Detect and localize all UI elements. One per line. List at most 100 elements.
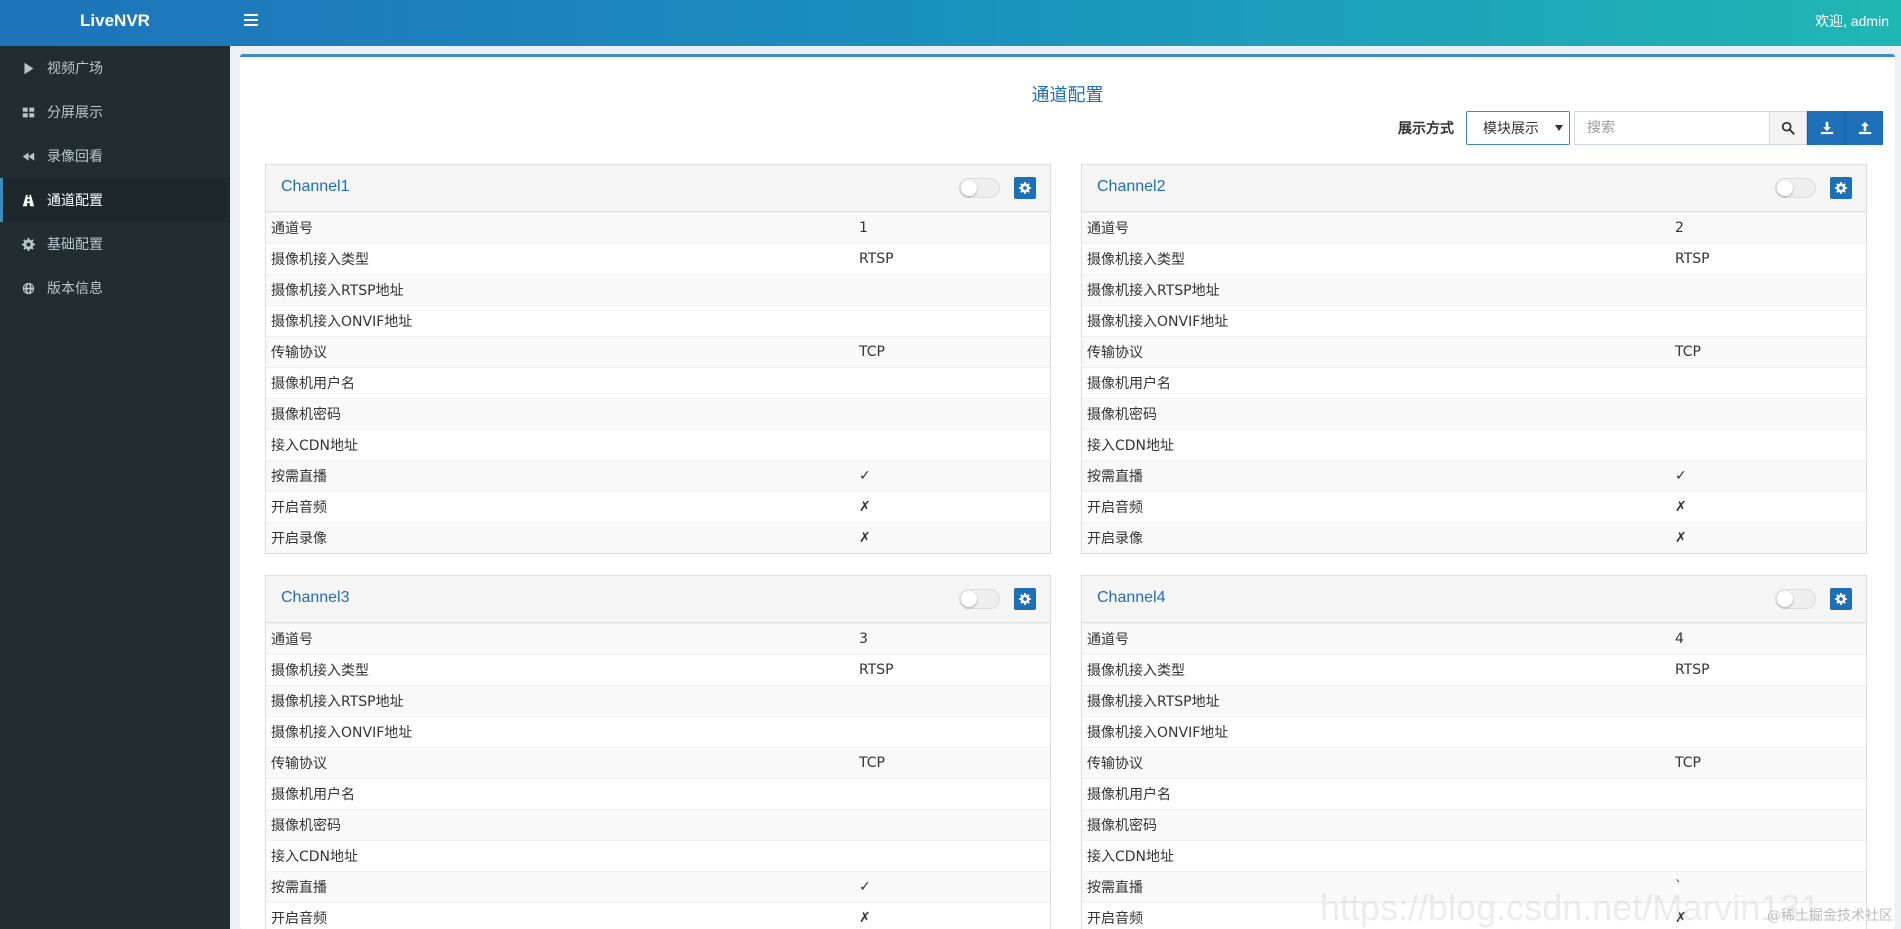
channel-enable-toggle[interactable] [1775,178,1816,198]
search-icon [1781,121,1795,135]
sidebar-item-channel-config[interactable]: 通道配置 [0,178,230,222]
welcome-user[interactable]: 欢迎, admin [1815,0,1889,42]
upload-icon [1858,121,1871,135]
prop-key: 开启录像 [1087,531,1143,547]
prop-value: ✗ [859,499,871,515]
table-row: 通道号 4 [1082,623,1866,654]
prop-key: 摄像机接入类型 [1087,252,1185,268]
table-row: 接入CDN地址 [266,429,1050,460]
prop-key: 摄像机接入ONVIF地址 [271,314,413,330]
channel-settings-button[interactable] [1830,177,1852,199]
grid-icon [21,105,35,119]
prop-key: 摄像机接入类型 [1087,663,1185,679]
table-row: 通道号 2 [1082,212,1866,243]
table-row: 摄像机接入类型 RTSP [266,654,1050,685]
caret-down-icon [1555,125,1563,131]
main-content: 通道配置 展示方式 模块展示 Channel1 通道号 1 摄像机接入类型 RTSP [240,54,1895,929]
brand-logo[interactable]: LiveNVR [0,0,230,46]
toolbar: 展示方式 模块展示 [1398,111,1883,145]
table-row: 通道号 1 [266,212,1050,243]
prop-key: 摄像机用户名 [271,787,355,803]
prop-value: ✗ [859,530,871,546]
prop-value: TCP [859,755,885,771]
table-row: 摄像机接入ONVIF地址 [266,716,1050,747]
prop-key: 摄像机用户名 [271,376,355,392]
menu-toggle-icon[interactable] [244,14,258,26]
table-row: 传输协议 TCP [266,747,1050,778]
table-row: 摄像机接入RTSP地址 [1082,274,1866,305]
table-row: 摄像机用户名 [266,367,1050,398]
sidebar-item-split-screen[interactable]: 分屏展示 [0,90,230,134]
table-row: 接入CDN地址 [1082,429,1866,460]
prop-key: 摄像机密码 [1087,818,1157,834]
prop-key: 摄像机接入RTSP地址 [271,694,404,710]
prop-value: TCP [1675,755,1701,771]
prop-key: 接入CDN地址 [1087,849,1175,865]
prop-value: TCP [1675,344,1701,360]
table-row: 摄像机密码 [266,809,1050,840]
sidebar-item-basic-config[interactable]: 基础配置 [0,222,230,266]
channel-enable-toggle[interactable] [959,178,1000,198]
prop-key: 摄像机接入类型 [271,663,369,679]
download-button[interactable] [1807,111,1845,145]
prop-key: 开启音频 [271,911,327,927]
prop-key: 开启录像 [271,531,327,547]
gear-icon [1835,593,1847,605]
table-row: 摄像机用户名 [1082,367,1866,398]
prop-value: ✓ [859,879,871,895]
sidebar-item-playback[interactable]: 录像回看 [0,134,230,178]
channel-enable-toggle[interactable] [1775,589,1816,609]
channel-title[interactable]: Channel4 [1097,576,1166,620]
upload-button[interactable] [1845,111,1883,145]
channel-settings-button[interactable] [1014,588,1036,610]
sidebar-item-label: 分屏展示 [47,105,103,121]
url-watermark: https://blog.csdn.net/Marvin131 [1320,887,1821,928]
prop-key: 开启音频 [1087,500,1143,516]
display-mode-select[interactable]: 模块展示 [1466,111,1570,145]
table-row: 开启录像 ✗ [1082,522,1866,553]
channel-card-header: Channel3 [266,576,1050,623]
sidebar-item-label: 通道配置 [47,193,103,209]
channel-settings-button[interactable] [1014,177,1036,199]
table-row: 摄像机接入RTSP地址 [1082,685,1866,716]
sidebar-item-version-info[interactable]: 版本信息 [0,266,230,310]
prop-value: ✗ [859,910,871,926]
prop-key: 摄像机接入RTSP地址 [271,283,404,299]
table-row: 摄像机接入ONVIF地址 [1082,716,1866,747]
top-header: LiveNVR 欢迎, admin [0,0,1901,46]
prop-value: RTSP [1675,662,1710,678]
channel-title[interactable]: Channel1 [281,165,350,209]
prop-key: 摄像机密码 [271,407,341,423]
table-row: 摄像机密码 [266,398,1050,429]
prop-key: 摄像机接入RTSP地址 [1087,694,1220,710]
download-icon [1820,121,1833,135]
channel-props: 通道号 2 摄像机接入类型 RTSP 摄像机接入RTSP地址 摄像机接入ONVIF地… [1082,212,1866,553]
prop-key: 开启音频 [271,500,327,516]
prop-key: 传输协议 [271,345,327,361]
prop-key: 传输协议 [1087,756,1143,772]
road-icon [21,193,35,207]
table-row: 按需直播 ✓ [266,871,1050,902]
prop-value: ✗ [1675,499,1687,515]
gear-icon [21,237,35,251]
prop-value: 2 [1675,220,1684,236]
sidebar-item-label: 录像回看 [47,149,103,165]
channel-title[interactable]: Channel3 [281,576,350,620]
channel-enable-toggle[interactable] [959,589,1000,609]
display-mode-value: 模块展示 [1483,121,1539,137]
sidebar: 视频广场 分屏展示 录像回看 通道配置 基础配置 版本信息 [0,46,230,929]
prop-key: 传输协议 [1087,345,1143,361]
table-row: 按需直播 ✓ [266,460,1050,491]
channel-props: 通道号 4 摄像机接入类型 RTSP 摄像机接入RTSP地址 摄像机接入ONVIF地… [1082,623,1866,929]
prop-key: 通道号 [1087,221,1129,237]
table-row: 按需直播 ✓ [1082,460,1866,491]
sidebar-item-video-square[interactable]: 视频广场 [0,46,230,90]
channel-card: Channel1 通道号 1 摄像机接入类型 RTSP 摄像机接入RTSP地址 摄像… [265,164,1051,554]
prop-key: 通道号 [1087,632,1129,648]
search-input[interactable] [1574,111,1770,145]
search-button[interactable] [1770,111,1807,145]
table-row: 摄像机接入类型 RTSP [1082,243,1866,274]
channel-settings-button[interactable] [1830,588,1852,610]
channel-card-header: Channel1 [266,165,1050,212]
channel-title[interactable]: Channel2 [1097,165,1166,209]
